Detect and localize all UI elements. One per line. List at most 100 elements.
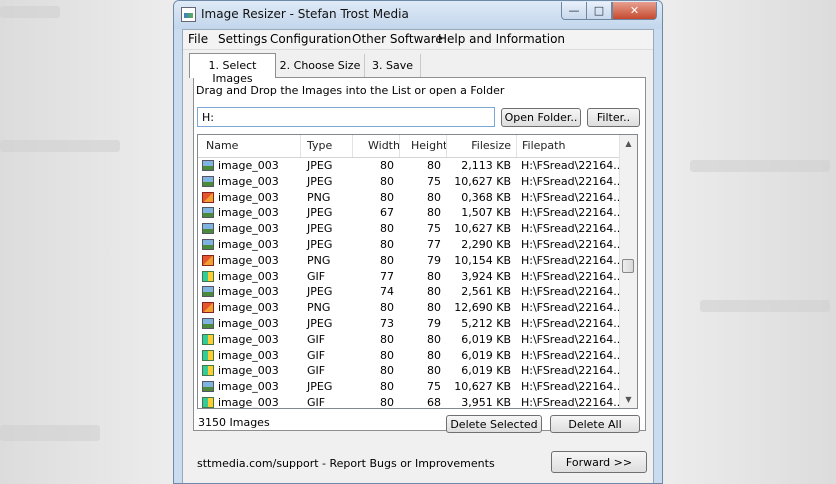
- support-link[interactable]: sttmedia.com/support - Report Bugs or Im…: [197, 457, 495, 470]
- table-row[interactable]: image_003 GIF 80 80 6,019 KB H:\FSread\22164.…: [198, 348, 624, 364]
- cell-filepath: H:\FSread\22164...: [521, 364, 624, 378]
- cell-width: 80: [380, 237, 394, 251]
- cell-filepath: H:\FSread\22164...: [521, 237, 624, 251]
- cell-type: PNG: [307, 301, 331, 315]
- cell-name: image_003: [218, 206, 279, 220]
- column-header-name[interactable]: Name: [206, 139, 238, 152]
- table-row[interactable]: image_003 GIF 80 80 6,019 KB H:\FSread\22164.…: [198, 332, 624, 348]
- table-row[interactable]: image_003 PNG 80 80 0,368 KB H:\FSread\22164.…: [198, 190, 624, 206]
- minimize-button[interactable]: —: [561, 2, 587, 20]
- cell-filepath: H:\FSread\22164...: [521, 316, 624, 330]
- cell-width: 80: [380, 159, 394, 172]
- cell-height: 80: [427, 269, 441, 283]
- cell-filesize: 10,154 KB: [454, 253, 511, 267]
- png-file-icon: [202, 191, 214, 203]
- menu-configuration[interactable]: Configuration: [270, 32, 351, 46]
- cell-filesize: 3,951 KB: [461, 395, 511, 409]
- menu-bar: File Settings Configuration Other Softwa…: [183, 30, 653, 50]
- cell-width: 73: [380, 316, 394, 330]
- table-row[interactable]: image_003 JPEG 80 75 10,627 KB H:\FSread\2216…: [198, 221, 624, 237]
- table-row[interactable]: image_003 GIF 77 80 3,924 KB H:\FSread\22164.…: [198, 269, 624, 285]
- cell-type: GIF: [307, 395, 326, 409]
- table-row[interactable]: image_003 JPEG 74 80 2,561 KB H:\FSread\22164…: [198, 284, 624, 300]
- column-header-filepath[interactable]: Filepath: [522, 139, 565, 152]
- cell-height: 75: [427, 222, 441, 236]
- cell-type: JPEG: [307, 237, 333, 251]
- tab-select-images[interactable]: 1. Select Images: [189, 53, 276, 85]
- cell-name: image_003: [218, 332, 279, 346]
- scroll-up-icon[interactable]: ▲: [620, 135, 637, 152]
- close-icon: ✕: [629, 4, 640, 17]
- cell-height: 79: [427, 253, 441, 267]
- cell-height: 80: [427, 159, 441, 172]
- filter-button[interactable]: Filter..: [587, 108, 640, 127]
- column-separator: [300, 135, 301, 157]
- scroll-thumb[interactable]: [622, 259, 634, 273]
- table-row[interactable]: image_003 JPEG 80 77 2,290 KB H:\FSread\22164…: [198, 237, 624, 253]
- cell-filepath: H:\FSread\22164...: [521, 332, 624, 346]
- cell-filesize: 6,019 KB: [461, 364, 511, 378]
- cell-filesize: 6,019 KB: [461, 348, 511, 362]
- cell-filesize: 2,113 KB: [461, 159, 511, 172]
- background-blur-shape: [0, 425, 100, 441]
- column-header-height[interactable]: Height: [411, 139, 447, 152]
- cell-filepath: H:\FSread\22164...: [521, 174, 624, 188]
- jpeg-file-icon: [202, 317, 214, 329]
- gif-file-icon: [202, 396, 214, 408]
- cell-height: 80: [427, 285, 441, 299]
- maximize-icon: □: [593, 4, 605, 17]
- table-row[interactable]: image_003 PNG 80 80 12,690 KB H:\FSread\22164…: [198, 300, 624, 316]
- table-row[interactable]: image_003 JPEG 80 75 10,627 KB H:\FSread\2216…: [198, 174, 624, 190]
- cell-filepath: H:\FSread\22164...: [521, 253, 624, 267]
- cell-height: 80: [427, 332, 441, 346]
- folder-path-input[interactable]: [197, 107, 495, 127]
- vertical-scrollbar[interactable]: ▲ ▼: [619, 135, 637, 408]
- column-header-filesize[interactable]: Filesize: [464, 139, 511, 152]
- cell-filesize: 6,019 KB: [461, 332, 511, 346]
- delete-selected-button[interactable]: Delete Selected: [446, 415, 542, 433]
- cell-filesize: 2,290 KB: [461, 237, 511, 251]
- column-header-width[interactable]: Width: [368, 139, 400, 152]
- image-list[interactable]: Name Type Width Height Filesize Filepath…: [197, 134, 638, 409]
- tab-choose-size[interactable]: 2. Choose Size: [276, 54, 365, 77]
- cell-type: GIF: [307, 364, 326, 378]
- table-row[interactable]: image_003 JPEG 73 79 5,212 KB H:\FSread\22164…: [198, 316, 624, 332]
- menu-other-software[interactable]: Other Software: [352, 32, 443, 46]
- cell-type: JPEG: [307, 380, 333, 394]
- table-row[interactable]: image_003 JPEG 80 80 2,113 KB H:\FSread\22164…: [198, 158, 624, 174]
- delete-all-button[interactable]: Delete All: [550, 415, 640, 433]
- instructions-label: Drag and Drop the Images into the List o…: [196, 84, 505, 97]
- png-file-icon: [202, 254, 214, 266]
- maximize-button[interactable]: □: [587, 2, 612, 20]
- menu-help[interactable]: Help and Information: [438, 32, 565, 46]
- column-header-type[interactable]: Type: [307, 139, 332, 152]
- cell-filesize: 12,690 KB: [454, 301, 511, 315]
- jpeg-file-icon: [202, 223, 214, 235]
- table-row[interactable]: image_003 GIF 80 68 3,951 KB H:\FSread\22164.…: [198, 395, 624, 409]
- cell-filepath: H:\FSread\22164...: [521, 190, 624, 204]
- cell-name: image_003: [218, 159, 279, 172]
- cell-width: 67: [380, 206, 394, 220]
- cell-width: 80: [380, 395, 394, 409]
- title-bar[interactable]: Image Resizer - Stefan Trost Media — □ ✕: [174, 1, 662, 29]
- jpeg-file-icon: [202, 207, 214, 219]
- cell-filepath: H:\FSread\22164...: [521, 380, 624, 394]
- forward-button[interactable]: Forward >>: [551, 451, 647, 473]
- cell-height: 80: [427, 190, 441, 204]
- scroll-down-icon[interactable]: ▼: [620, 391, 637, 408]
- cell-width: 80: [380, 253, 394, 267]
- table-row[interactable]: image_003 JPEG 80 75 10,627 KB H:\FSread\2216…: [198, 379, 624, 395]
- table-row[interactable]: image_003 JPEG 67 80 1,507 KB H:\FSread\22164…: [198, 205, 624, 221]
- png-file-icon: [202, 302, 214, 314]
- cell-width: 80: [380, 348, 394, 362]
- close-button[interactable]: ✕: [612, 2, 657, 20]
- menu-file[interactable]: File: [188, 32, 208, 46]
- tab-save[interactable]: 3. Save: [365, 54, 421, 77]
- column-separator: [516, 135, 517, 157]
- table-row[interactable]: image_003 PNG 80 79 10,154 KB H:\FSread\22164…: [198, 253, 624, 269]
- table-row[interactable]: image_003 GIF 80 80 6,019 KB H:\FSread\22164.…: [198, 363, 624, 379]
- cell-height: 80: [427, 301, 441, 315]
- cell-filesize: 10,627 KB: [454, 174, 511, 188]
- menu-settings[interactable]: Settings: [218, 32, 267, 46]
- open-folder-button[interactable]: Open Folder..: [501, 108, 581, 127]
